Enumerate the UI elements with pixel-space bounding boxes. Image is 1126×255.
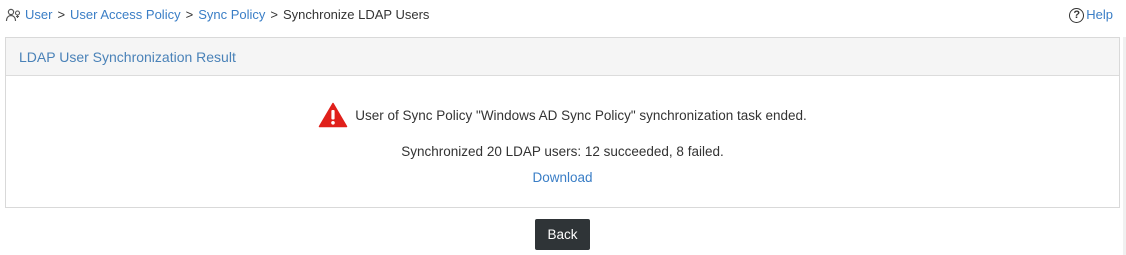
help-label[interactable]: Help [1086, 6, 1113, 24]
user-policy-icon [5, 8, 21, 21]
breadcrumb-sync-policy[interactable]: Sync Policy [198, 6, 265, 24]
back-button[interactable]: Back [535, 219, 590, 250]
breadcrumb-separator: > [185, 7, 194, 22]
download-link[interactable]: Download [532, 170, 592, 185]
sync-status-message: User of Sync Policy "Windows AD Sync Pol… [6, 102, 1119, 128]
sync-summary-text: Synchronized 20 LDAP users: 12 succeeded… [401, 144, 724, 159]
top-bar: User > User Access Policy > Sync Policy … [0, 0, 1126, 30]
breadcrumb-separator: > [57, 7, 66, 22]
breadcrumb-user-access-policy[interactable]: User Access Policy [70, 6, 181, 24]
sync-result-panel: LDAP User Synchronization Result User of… [5, 37, 1120, 208]
breadcrumb-user[interactable]: User [25, 6, 52, 24]
breadcrumb-current-page: Synchronize LDAP Users [282, 7, 430, 22]
sync-task-ended-text: User of Sync Policy "Windows AD Sync Pol… [355, 107, 807, 123]
panel-title: LDAP User Synchronization Result [6, 38, 1119, 76]
help-link[interactable]: ? Help [1069, 6, 1113, 24]
help-circle-icon[interactable]: ? [1069, 7, 1085, 23]
breadcrumb: User > User Access Policy > Sync Policy … [5, 6, 429, 24]
warning-triangle-icon [318, 102, 348, 128]
breadcrumb-separator: > [270, 7, 278, 22]
download-row: Download [6, 170, 1119, 185]
